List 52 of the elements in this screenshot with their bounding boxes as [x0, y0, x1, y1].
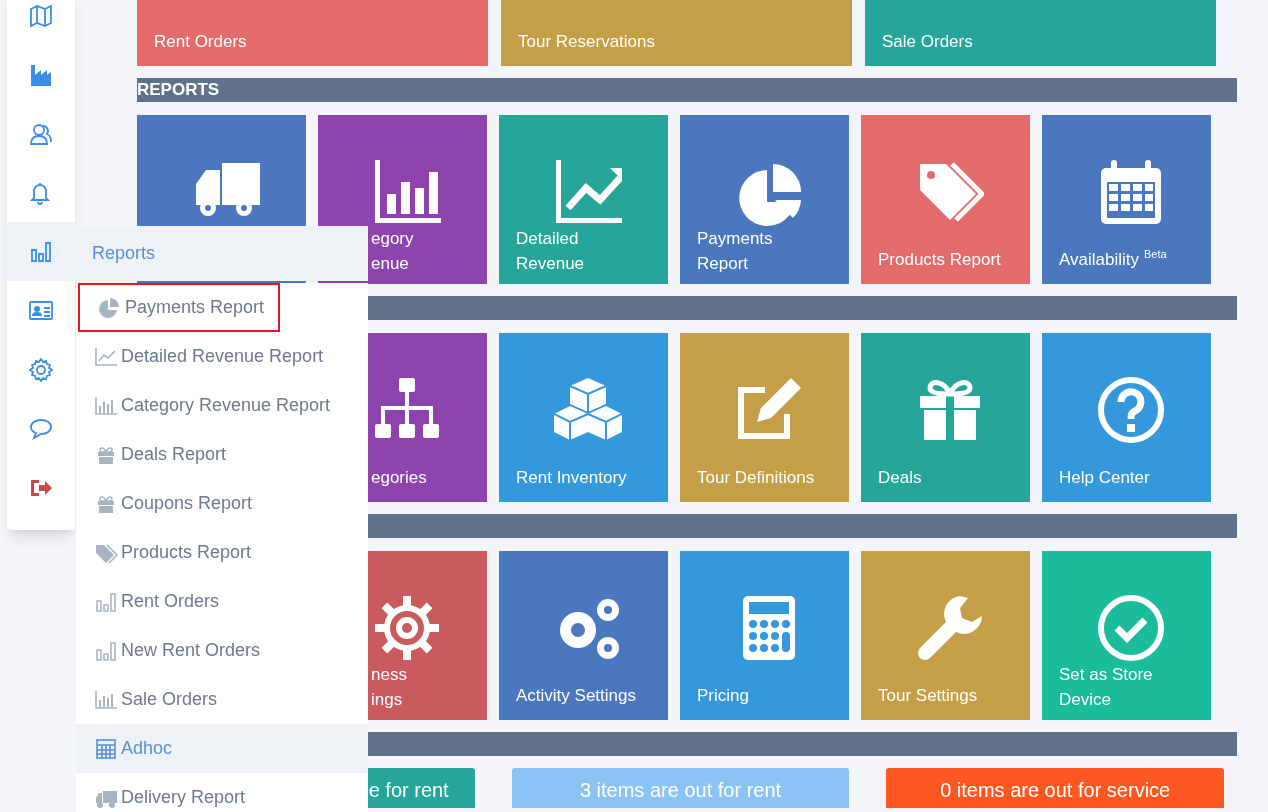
- tile-label: Deals: [878, 467, 923, 489]
- menu-tile[interactable]: Sale Orders: [865, 0, 1216, 66]
- menu-tile[interactable]: Pricing: [680, 551, 849, 720]
- tile-label: Report: [697, 253, 750, 275]
- menu-tile[interactable]: egory enue: [318, 115, 487, 284]
- tile-label: Tour Definitions: [697, 467, 816, 489]
- tile-label: Availability Beta: [1059, 247, 1168, 271]
- menu-item-label: Products Report: [121, 541, 252, 564]
- menu-item-label: Rent Orders: [121, 590, 220, 613]
- tile-label: Sale Orders: [882, 30, 973, 53]
- tile-label: ness: [371, 664, 408, 686]
- tile-label: Set as Store: [1059, 664, 1154, 686]
- tile-label: Payments: [697, 228, 774, 250]
- menu-tile[interactable]: Payments Report: [680, 115, 849, 284]
- tile-label: Rent Inventory: [516, 467, 628, 489]
- tile-label: Products Report: [878, 249, 1002, 271]
- menu-item-label: Coupons Report: [121, 492, 253, 515]
- menu-tile[interactable]: Detailed Revenue: [499, 115, 668, 284]
- section-header: REPORTS: [137, 78, 1237, 102]
- tile-label: ings: [371, 689, 404, 711]
- tile-label: egories: [371, 467, 428, 489]
- tile-label: Help Center: [1059, 467, 1151, 489]
- tile-label: Detailed: [516, 228, 580, 250]
- menu-item-label: Payments Report: [125, 296, 265, 319]
- menu-tile[interactable]: Products Report: [861, 115, 1030, 284]
- tile-label: Pricing: [697, 685, 750, 707]
- tile-label: enue: [371, 253, 410, 275]
- menu-tile[interactable]: Rent Inventory: [499, 333, 668, 502]
- tile-label: Device: [1059, 689, 1112, 711]
- flyout-title: Reports: [92, 242, 156, 265]
- tile-label: Tour Reservations: [518, 30, 655, 53]
- menu-tile[interactable]: Tour Reservations: [501, 0, 852, 66]
- menu-tile[interactable]: Tour Definitions: [680, 333, 849, 502]
- menu-tile[interactable]: Activity Settings: [499, 551, 668, 720]
- menu-tile[interactable]: Rent Orders: [137, 0, 488, 66]
- tile-label: egory: [371, 228, 415, 250]
- tile-label: Rent Orders: [154, 30, 247, 53]
- menu-tile[interactable]: Tour Settings: [861, 551, 1030, 720]
- menu-item-label: Adhoc: [121, 737, 173, 760]
- status-card: 0 items are out for service: [886, 768, 1224, 808]
- menu-item[interactable]: Adhoc: [76, 724, 368, 773]
- menu-tile[interactable]: Set as Store Device: [1042, 551, 1211, 720]
- menu-tile[interactable]: Availability Beta: [1042, 115, 1211, 284]
- tile-label: Tour Settings: [878, 685, 979, 707]
- menu-item-label: New Rent Orders: [121, 639, 261, 662]
- menu-tile[interactable]: Help Center: [1042, 333, 1211, 502]
- menu-item-label: Sale Orders: [121, 688, 218, 711]
- menu-tile[interactable]: Deals: [861, 333, 1030, 502]
- tile-label: Revenue: [516, 253, 586, 275]
- status-card: 3 items are out for rent: [511, 768, 850, 808]
- menu-item-label: Deals Report: [121, 443, 227, 466]
- tile-label: Activity Settings: [516, 685, 637, 707]
